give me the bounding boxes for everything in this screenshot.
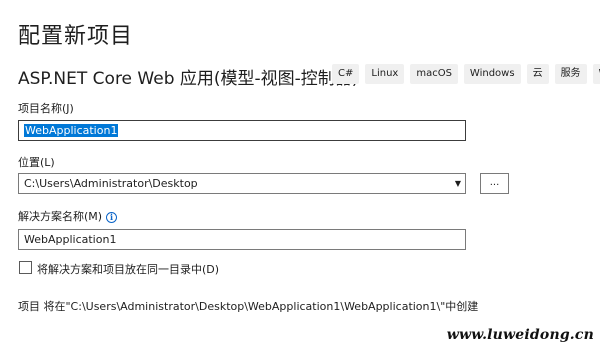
solution-name-label-row: 解决方案名称(M) i (18, 208, 118, 224)
browse-button[interactable]: ... (480, 173, 509, 194)
tag-cloud: 云 (526, 64, 549, 84)
watermark-text: www.luweidong.cn (446, 327, 594, 343)
location-label: 位置(L) (18, 156, 55, 169)
same-directory-checkbox[interactable] (19, 261, 32, 274)
tag-overflow: W (592, 64, 600, 84)
location-value: C:\Users\Administrator\Desktop (24, 177, 198, 190)
tag-windows: Windows (463, 64, 521, 84)
solution-name-input[interactable]: WebApplication1 (18, 229, 466, 250)
tag-linux: Linux (365, 64, 405, 84)
tag-csharp: C# (332, 64, 360, 84)
info-icon[interactable]: i (106, 211, 118, 223)
page-title: 配置新项目 (18, 24, 134, 49)
tag-service: 服务 (554, 64, 587, 84)
template-title: ASP.NET Core Web 应用(模型-视图-控制器) (18, 69, 359, 89)
project-path-summary: 项目 将在"C:\Users\Administrator\Desktop\Web… (18, 300, 479, 313)
tag-macos: macOS (410, 64, 458, 84)
same-directory-label[interactable]: 将解决方案和项目放在同一目录中(D) (37, 261, 219, 277)
project-name-label: 项目名称(J) (18, 102, 74, 115)
chevron-down-icon[interactable]: ▼ (451, 174, 465, 193)
project-name-input[interactable]: WebApplication1 (18, 120, 466, 141)
solution-name-label: 解决方案名称(M) (18, 210, 103, 223)
location-combobox[interactable]: C:\Users\Administrator\Desktop ▼ (18, 173, 466, 194)
project-name-value: WebApplication1 (24, 124, 119, 137)
solution-name-value: WebApplication1 (24, 233, 117, 246)
template-tags: C# Linux macOS Windows 云 服务 W (332, 64, 600, 84)
